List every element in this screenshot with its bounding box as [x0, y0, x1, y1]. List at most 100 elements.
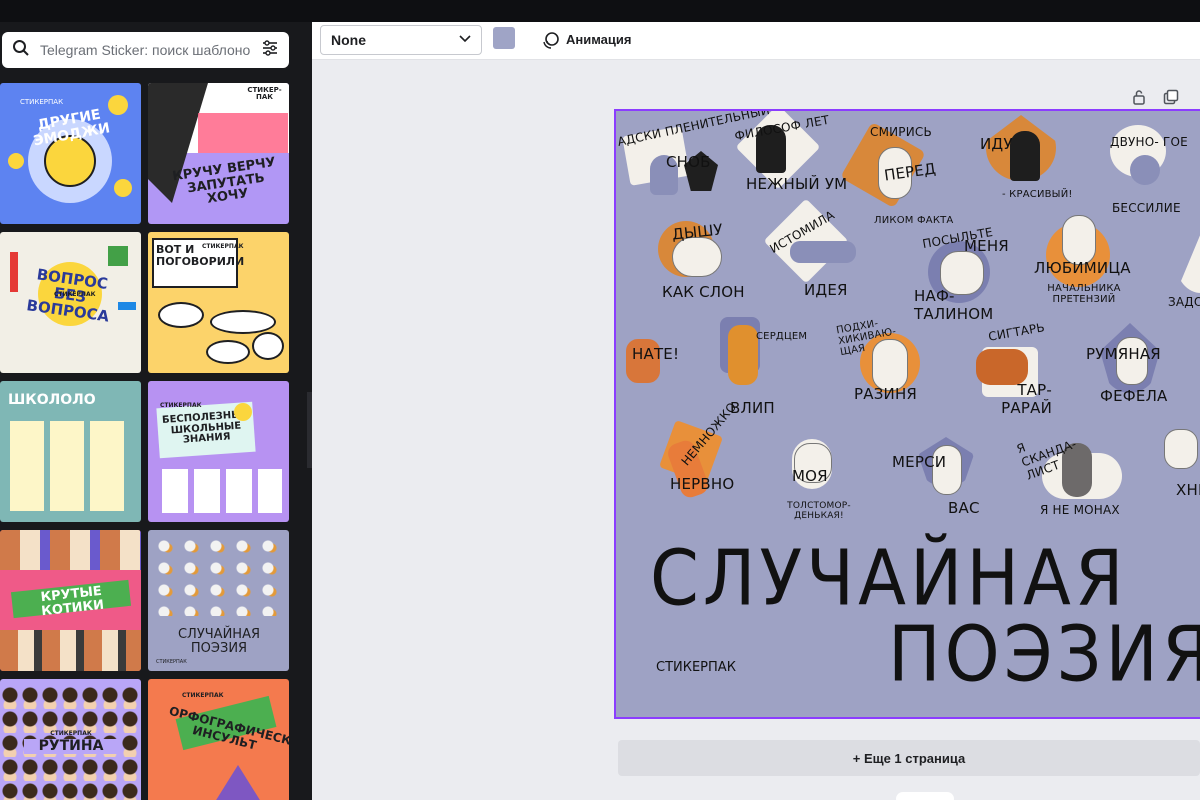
sticker-text: СЕРДЦЕМ [756, 331, 808, 342]
template-sub: СТИКЕР-ПАК [247, 86, 282, 102]
sticker-text: НАТЕ! [632, 345, 680, 363]
purple-triangle [208, 765, 268, 800]
blue-bar [118, 302, 136, 310]
sticker-text: НАФ- ТАЛИНОМ [914, 287, 994, 323]
sticker-text: ДЫШУ [671, 220, 724, 244]
emoji-icon [8, 153, 24, 169]
speech-bubble [158, 302, 204, 328]
template-card[interactable]: КРУТЫЕ КОТИКИ [0, 530, 141, 671]
template-card[interactable]: СТИКЕРПАК РУТИНА [0, 679, 141, 800]
template-caption: ШКОЛОЛО [8, 392, 96, 408]
color-swatch[interactable] [493, 27, 515, 49]
chevron-down-icon [459, 34, 471, 46]
sticker-text: НЕРВНО [670, 475, 735, 493]
red-bar [10, 252, 18, 292]
animation-button[interactable]: Анимация [540, 30, 632, 49]
font-select-value: None [331, 32, 366, 48]
search-input[interactable]: Telegram Sticker: поиск шаблоно [40, 42, 261, 58]
template-caption: СЛУЧАЙНАЯ ПОЭЗИЯ [177, 627, 260, 656]
more-pages-button[interactable]: + Еще 1 страница [618, 740, 1200, 776]
cat-illustration [976, 349, 1028, 385]
sticker-text: ЛИКОМ ФАКТА [874, 215, 954, 226]
emoji-icon [114, 179, 132, 197]
sticker-text: Я НЕ МОНАХ [1040, 503, 1120, 517]
sticker-text: ИДЕЯ [804, 281, 848, 299]
filter-icon[interactable] [261, 39, 279, 62]
cat-illustration [1062, 215, 1096, 265]
cat-illustration [1010, 131, 1040, 181]
top-strip [0, 0, 1200, 22]
duplicate-icon[interactable] [1160, 86, 1182, 108]
animation-icon [540, 30, 559, 49]
sticker-text: ВАС [948, 499, 980, 517]
sticker-shape [1176, 233, 1200, 293]
template-card[interactable]: ВОПРОС БЕЗ ВОПРОСА СТИКЕРПАК [0, 232, 141, 373]
font-select[interactable]: None [320, 25, 482, 55]
template-card[interactable]: ВОТ И ПОГОВОРИЛИ СТИКЕРПАК [148, 232, 289, 373]
animation-label: Анимация [566, 31, 632, 47]
template-sub: СТИКЕРПАК [156, 659, 187, 665]
sticker-text: МЕНЯ [964, 237, 1009, 255]
cat-illustration [790, 241, 856, 263]
notes-grid [10, 421, 130, 511]
green-square [108, 246, 128, 266]
sticker-text: РАЗИНЯ [854, 385, 918, 403]
sticker-text: ХНЫ [1176, 481, 1200, 499]
cats-strip [0, 530, 141, 570]
template-card[interactable]: СТИКЕР-ПАК КРУЧУ ВЕРЧУ ЗАПУТАТЬ ХОЧУ [148, 83, 289, 224]
stickers-pattern [154, 536, 284, 616]
search-icon [12, 39, 30, 62]
template-card[interactable]: СТИКЕРПАК ОРФОГРАФИЧЕСКИЙ ИНСУЛЬТ [148, 679, 289, 800]
sticker-text: ТОЛСТОМОР- ДЕНЬКАЯ! [787, 501, 851, 521]
sticker-text: - КРАСИВЫЙ! [1002, 189, 1073, 200]
sticker-text: СНОБ [666, 153, 711, 171]
design-page[interactable]: АДСКИ ПЛЕНИТЕЛЬНЫЙ СНОБ ФИЛОСОФ ЛЕТ НЕЖН… [614, 109, 1200, 719]
sticker-text: НАЧАЛЬНИКА ПРЕТЕНЗИЙ [1047, 283, 1121, 305]
design-title-line2: ПОЭЗИЯ [888, 608, 1200, 700]
speech-bubble [206, 340, 250, 364]
sticker-text: ФЕФЕЛА [1100, 387, 1168, 405]
cat-illustration [1130, 155, 1160, 185]
emoji-icon [108, 95, 128, 115]
template-panel: Telegram Sticker: поиск шаблоно СТИКЕРПА… [0, 22, 312, 800]
sticker-text: ТАР- РАРАЙ [1001, 381, 1052, 417]
sticker-text: ЛЮБИМИЦА [1034, 259, 1131, 277]
cat-illustration [728, 325, 758, 385]
sticker-text: РУМЯНАЯ [1086, 345, 1161, 363]
template-sub: СТИКЕРПАК [20, 98, 64, 106]
template-sub: СТИКЕРПАК [160, 402, 202, 409]
sticker-text: ЗАДОМ [1168, 295, 1200, 309]
template-card[interactable]: СТИКЕРПАК БЕСПОЛЕЗНЫЕ ШКОЛЬНЫЕ ЗНАНИЯ [148, 381, 289, 522]
sticker-text: МЕРСИ [892, 453, 947, 471]
splash-shape [198, 113, 288, 153]
sticker-text: НЕЖНЫЙ УМ [746, 175, 848, 193]
speech-bubble [252, 332, 284, 360]
lock-icon[interactable] [1128, 86, 1150, 108]
template-caption: РУТИНА [24, 739, 118, 754]
sticker-text: ДВУНО- ГОЕ [1110, 135, 1188, 149]
search-box[interactable]: Telegram Sticker: поиск шаблоно [2, 32, 289, 68]
sticker-text: БЕССИЛИЕ [1112, 201, 1181, 215]
template-sub: СТИКЕРПАК [50, 730, 92, 737]
sticker-text: МОЯ [792, 467, 828, 485]
smiley-icon [234, 403, 252, 421]
notes-grid [162, 469, 282, 513]
template-sub: СТИКЕРПАК [54, 291, 96, 298]
template-caption: КРУТЫЕ КОТИКИ [39, 583, 105, 619]
speech-bubble [210, 310, 276, 334]
template-card[interactable]: ШКОЛОЛО [0, 381, 141, 522]
bottom-control[interactable] [896, 792, 954, 800]
template-card[interactable]: СЛУЧАЙНАЯ ПОЭЗИЯ СТИКЕРПАК [148, 530, 289, 671]
sticker-text: ИДУ [980, 135, 1013, 153]
cat-illustration [672, 237, 722, 277]
sticker-text: СМИРИСЬ [870, 125, 932, 139]
design-pack-label: СТИКЕРПАК [656, 660, 736, 675]
cats-strip [0, 630, 141, 671]
template-card[interactable]: СТИКЕРПАК ДРУГИЕ ЭМОДЖИ [0, 83, 141, 224]
page-tools [1128, 86, 1182, 108]
cat-illustration [1164, 429, 1198, 469]
sticker-text: КАК СЛОН [662, 283, 745, 301]
template-sub: СТИКЕРПАК [182, 692, 224, 699]
editor-toolbar: None Анимация [312, 22, 1200, 60]
sticker-text: СИГТАРЬ [987, 320, 1046, 344]
